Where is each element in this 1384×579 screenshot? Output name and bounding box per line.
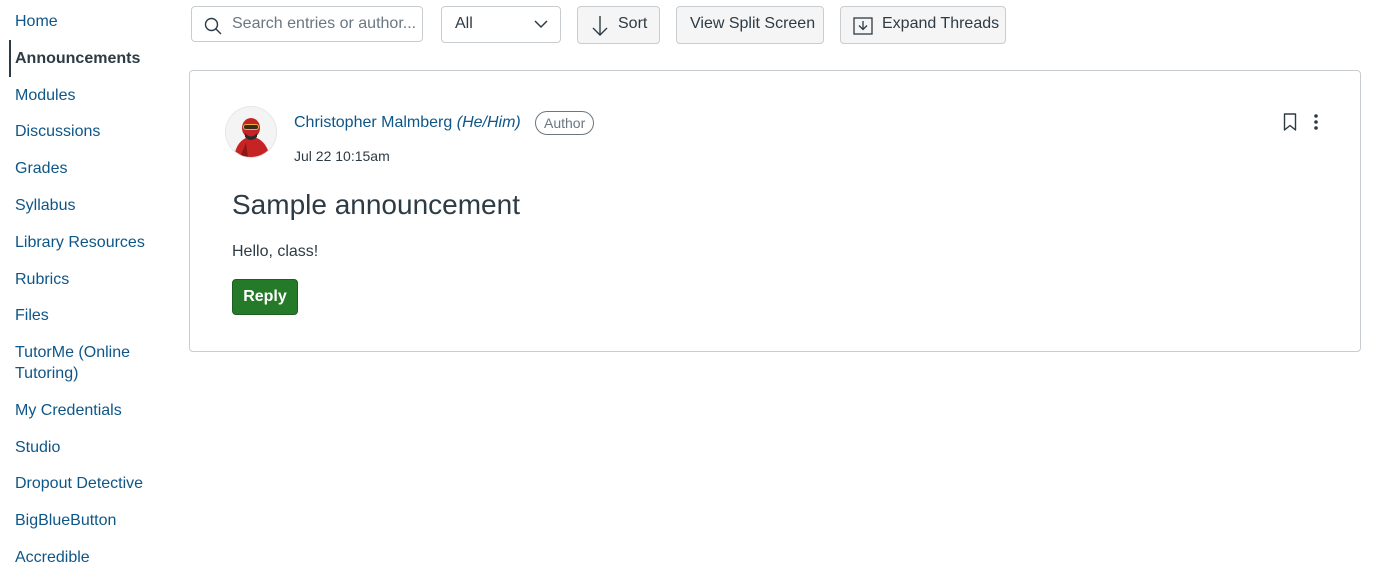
nav-item-syllabus[interactable]: Syllabus	[15, 195, 75, 216]
sort-button[interactable]: Sort	[577, 6, 660, 44]
author-name-link[interactable]: Christopher Malmberg (He/Him)	[294, 114, 521, 132]
announcement-card: Christopher Malmberg (He/Him) Author Jul…	[189, 70, 1361, 352]
nav-item-bigbluebutton[interactable]: BigBlueButton	[15, 510, 116, 531]
sort-label: Sort	[618, 15, 648, 32]
search-icon	[204, 17, 222, 35]
split-screen-label: View Split Screen	[690, 15, 816, 32]
author-badge: Author	[535, 111, 595, 135]
post-title: Sample announcement	[232, 189, 520, 220]
nav-item-my-credentials[interactable]: My Credentials	[15, 400, 122, 421]
arrow-down-icon	[592, 16, 608, 36]
search-box[interactable]	[191, 6, 423, 42]
avatar[interactable]	[226, 107, 276, 157]
nav-item-announcements[interactable]: Announcements	[15, 48, 140, 69]
expand-threads-icon	[853, 17, 873, 35]
more-options-button[interactable]	[1306, 111, 1326, 133]
expand-threads-label: Expand Threads	[882, 15, 1000, 32]
author-pronouns: (He/Him)	[456, 114, 521, 131]
nav-item-studio[interactable]: Studio	[15, 437, 60, 458]
course-navigation: Home Announcements Modules Discussions G…	[0, 0, 175, 579]
reply-button[interactable]: Reply	[232, 279, 298, 315]
active-indicator	[9, 40, 11, 77]
view-split-screen-button[interactable]: View Split Screen	[676, 6, 824, 44]
nav-item-tutorme[interactable]: TutorMe (Online Tutoring)	[15, 342, 155, 384]
search-input[interactable]	[232, 7, 417, 41]
more-vertical-icon	[1314, 114, 1318, 130]
nav-item-discussions[interactable]: Discussions	[15, 121, 100, 142]
bookmark-icon	[1283, 113, 1297, 131]
author-name: Christopher Malmberg	[294, 114, 453, 131]
author-avatar-image	[226, 107, 276, 157]
nav-item-dropout-detective[interactable]: Dropout Detective	[15, 473, 143, 494]
nav-item-files[interactable]: Files	[15, 305, 49, 326]
post-timestamp: Jul 22 10:15am	[294, 148, 390, 164]
filter-select[interactable]: All	[441, 6, 561, 43]
nav-item-rubrics[interactable]: Rubrics	[15, 269, 69, 290]
nav-item-modules[interactable]: Modules	[15, 85, 75, 106]
chevron-down-icon	[534, 20, 548, 29]
post-body: Hello, class!	[232, 243, 319, 260]
filter-value: All	[455, 15, 473, 32]
bookmark-button[interactable]	[1280, 111, 1300, 133]
nav-item-home[interactable]: Home	[15, 11, 58, 32]
nav-item-accredible[interactable]: Accredible	[15, 547, 90, 568]
nav-item-library-resources[interactable]: Library Resources	[15, 232, 145, 253]
expand-threads-button[interactable]: Expand Threads	[840, 6, 1006, 44]
nav-item-grades[interactable]: Grades	[15, 158, 67, 179]
